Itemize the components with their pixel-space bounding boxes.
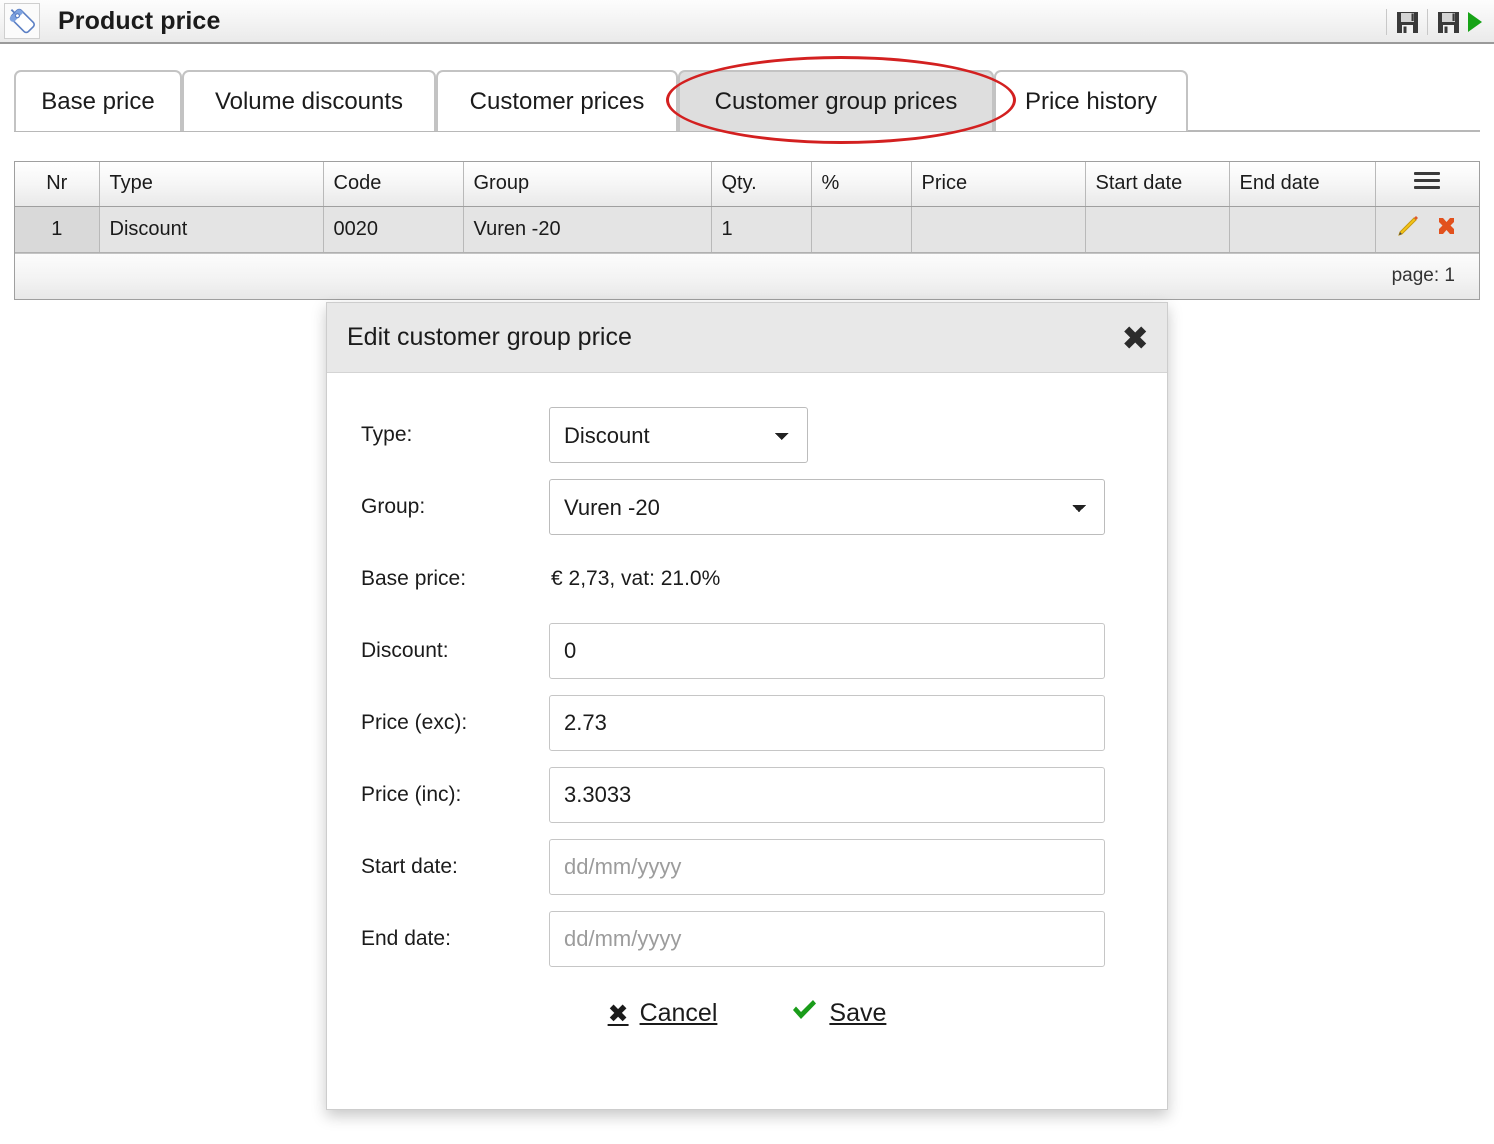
price-inc-input[interactable] [549, 767, 1105, 823]
start-date-input[interactable] [549, 839, 1105, 895]
price-tag-icon [4, 3, 40, 39]
start-date-label: Start date: [327, 855, 549, 879]
cell-price [911, 206, 1085, 252]
tab-customer-prices[interactable]: Customer prices [436, 70, 678, 131]
dialog-header: Edit customer group price ✖ [327, 303, 1167, 373]
base-price-label: Base price: [327, 567, 549, 591]
titlebar-toolbar [1378, 0, 1486, 44]
field-row-type: Type: Discount [327, 407, 1167, 463]
grid-footer: page: 1 [15, 253, 1479, 299]
end-date-label: End date: [327, 927, 549, 951]
group-select[interactable]: Vuren -20 [549, 479, 1105, 535]
column-header-percent[interactable]: % [811, 162, 911, 206]
price-exc-input[interactable] [549, 695, 1105, 751]
field-row-discount: Discount: [327, 623, 1167, 679]
page-title: Product price [58, 7, 220, 36]
save-and-close-icon[interactable] [1436, 10, 1460, 34]
hamburger-menu-icon[interactable] [1375, 162, 1479, 206]
cell-type: Discount [99, 206, 323, 252]
column-header-nr[interactable]: Nr [15, 162, 99, 206]
field-row-end-date: End date: [327, 911, 1167, 967]
tab-price-history[interactable]: Price history [994, 70, 1188, 131]
cancel-label: Cancel [640, 999, 718, 1028]
tab-label: Price history [1025, 88, 1157, 116]
pencil-edit-icon[interactable] [1395, 214, 1420, 245]
column-header-end-date[interactable]: End date [1229, 162, 1375, 206]
save-button[interactable]: Save [791, 999, 886, 1028]
column-header-group[interactable]: Group [463, 162, 711, 206]
dialog-title: Edit customer group price [347, 323, 632, 352]
type-select[interactable]: Discount [549, 407, 808, 463]
field-row-price-inc: Price (inc): [327, 767, 1167, 823]
column-header-type[interactable]: Type [99, 162, 323, 206]
toolbar-divider [1386, 9, 1387, 35]
cell-start-date [1085, 206, 1229, 252]
discount-input[interactable] [549, 623, 1105, 679]
table-row[interactable]: 1 Discount 0020 Vuren -20 1 [15, 206, 1479, 252]
cross-icon: ✖ [608, 1001, 629, 1026]
save-icon[interactable] [1395, 10, 1419, 34]
tab-base-price[interactable]: Base price [14, 70, 182, 131]
close-icon[interactable]: ✖ [1121, 321, 1149, 354]
cell-nr: 1 [15, 206, 99, 252]
tab-customer-group-prices[interactable]: Customer group prices [678, 70, 994, 131]
tab-label: Volume discounts [215, 88, 403, 116]
cell-qty: 1 [711, 206, 811, 252]
cell-actions [1375, 206, 1479, 252]
next-icon[interactable] [1464, 9, 1486, 35]
dialog-body: Type: Discount Group: Vuren -20 Base pri… [327, 373, 1167, 1028]
field-row-price-exc: Price (exc): [327, 695, 1167, 751]
edit-customer-group-price-dialog: Edit customer group price ✖ Type: Discou… [326, 302, 1168, 1110]
title-bar: Product price [0, 0, 1494, 44]
cell-code: 0020 [323, 206, 463, 252]
price-inc-label: Price (inc): [327, 783, 549, 807]
base-price-value: € 2,73, vat: 21.0% [549, 567, 720, 590]
tab-label: Customer prices [470, 88, 645, 116]
toolbar-divider [1427, 9, 1428, 35]
checkmark-icon [791, 999, 818, 1028]
column-header-start-date[interactable]: Start date [1085, 162, 1229, 206]
field-row-start-date: Start date: [327, 839, 1167, 895]
cancel-button[interactable]: ✖ Cancel [608, 999, 718, 1028]
type-label: Type: [327, 423, 549, 447]
tab-label: Base price [41, 88, 154, 116]
discount-label: Discount: [327, 639, 549, 663]
dialog-actions: ✖ Cancel Save [327, 999, 1167, 1028]
page-indicator: page: 1 [1392, 265, 1455, 287]
column-header-price[interactable]: Price [911, 162, 1085, 206]
column-header-qty[interactable]: Qty. [711, 162, 811, 206]
customer-group-prices-grid: Nr Type Code Group Qty. % Price Start da… [14, 161, 1480, 300]
save-label: Save [829, 999, 886, 1028]
column-header-code[interactable]: Code [323, 162, 463, 206]
tab-bar: Base price Volume discounts Customer pri… [0, 62, 1494, 138]
cell-percent [811, 206, 911, 252]
price-exc-label: Price (exc): [327, 711, 549, 735]
table-header-row: Nr Type Code Group Qty. % Price Start da… [15, 162, 1479, 206]
hamburger-bars [1414, 168, 1440, 193]
group-label: Group: [327, 495, 549, 519]
cell-group: Vuren -20 [463, 206, 711, 252]
field-row-group: Group: Vuren -20 [327, 479, 1167, 535]
tab-label: Customer group prices [715, 88, 958, 116]
field-row-base-price: Base price: € 2,73, vat: 21.0% [327, 551, 1167, 607]
end-date-input[interactable] [549, 911, 1105, 967]
delete-cross-icon[interactable] [1434, 214, 1459, 245]
cell-end-date [1229, 206, 1375, 252]
tab-volume-discounts[interactable]: Volume discounts [182, 70, 436, 131]
